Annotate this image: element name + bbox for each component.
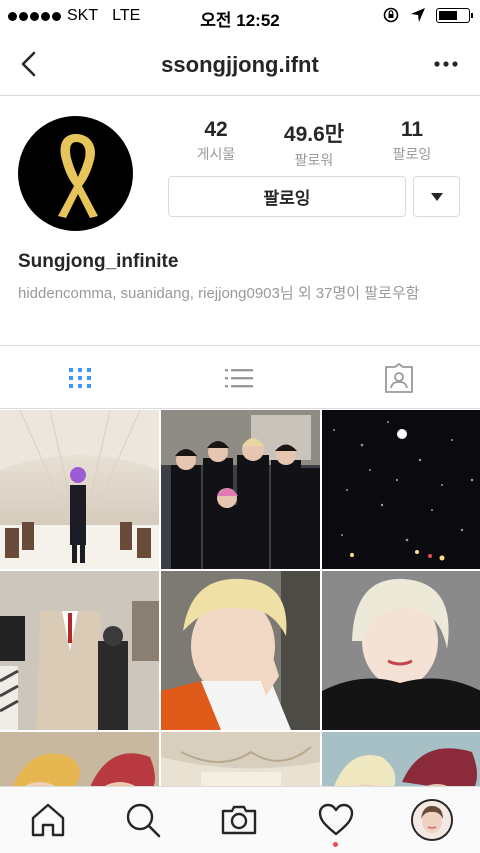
location-arrow-icon xyxy=(411,8,425,22)
photo-post-3[interactable] xyxy=(322,410,480,569)
photo-post-5[interactable] xyxy=(161,571,320,730)
followers-stat[interactable]: 49.6만 팔로워 xyxy=(272,118,356,170)
list-icon[interactable] xyxy=(223,362,255,394)
following-stat[interactable]: 11 팔로잉 xyxy=(382,118,442,164)
bottom-navigation xyxy=(0,786,480,853)
page-title: ssongjjong.ifnt xyxy=(161,52,319,77)
photo-post-8[interactable] xyxy=(161,732,320,786)
followers-count: 49.6만 xyxy=(283,123,345,146)
followers-label: 팔로워 xyxy=(294,152,334,168)
navigation-bar: ssongjjong.ifnt xyxy=(0,32,480,96)
grid-icon[interactable] xyxy=(64,362,96,394)
rotation-lock-icon xyxy=(383,7,399,23)
profile-avatar-icon[interactable] xyxy=(411,799,453,841)
posts-count: 42 xyxy=(204,118,228,141)
photo-post-9[interactable] xyxy=(322,732,480,786)
followed-by-text[interactable]: hiddencomma, suanidang, riejjong0903님 외 … xyxy=(18,284,468,304)
more-options-icon[interactable] xyxy=(434,50,458,78)
following-button[interactable]: 팔로잉 xyxy=(168,176,406,217)
photo-post-2[interactable] xyxy=(161,410,320,569)
yellow-ribbon-icon xyxy=(58,134,98,218)
photo-post-7[interactable] xyxy=(0,732,159,786)
activity-notification-dot xyxy=(333,842,338,847)
home-icon[interactable] xyxy=(29,801,67,839)
following-label: 팔로잉 xyxy=(392,146,432,162)
posts-label: 게시물 xyxy=(196,146,236,162)
tagged-icon[interactable] xyxy=(383,362,415,394)
suggestions-dropdown-button[interactable] xyxy=(413,176,460,217)
profile-avatar[interactable] xyxy=(18,116,133,231)
heart-icon[interactable] xyxy=(317,801,355,839)
camera-icon[interactable] xyxy=(220,801,258,839)
photo-post-6[interactable] xyxy=(322,571,480,730)
profile-tabs xyxy=(0,345,480,409)
status-bar: SKT LTE 오전 12:52 xyxy=(0,0,480,32)
following-count: 11 xyxy=(400,118,424,141)
photo-grid xyxy=(0,410,480,786)
posts-stat: 42 게시물 xyxy=(186,118,246,164)
profile-display-name: Sungjong_infinite xyxy=(18,251,179,272)
search-icon[interactable] xyxy=(124,801,162,839)
triangle-down-icon xyxy=(430,192,443,201)
photo-post-4[interactable] xyxy=(0,571,159,730)
battery-icon xyxy=(436,7,473,23)
photo-post-1[interactable] xyxy=(0,410,159,569)
